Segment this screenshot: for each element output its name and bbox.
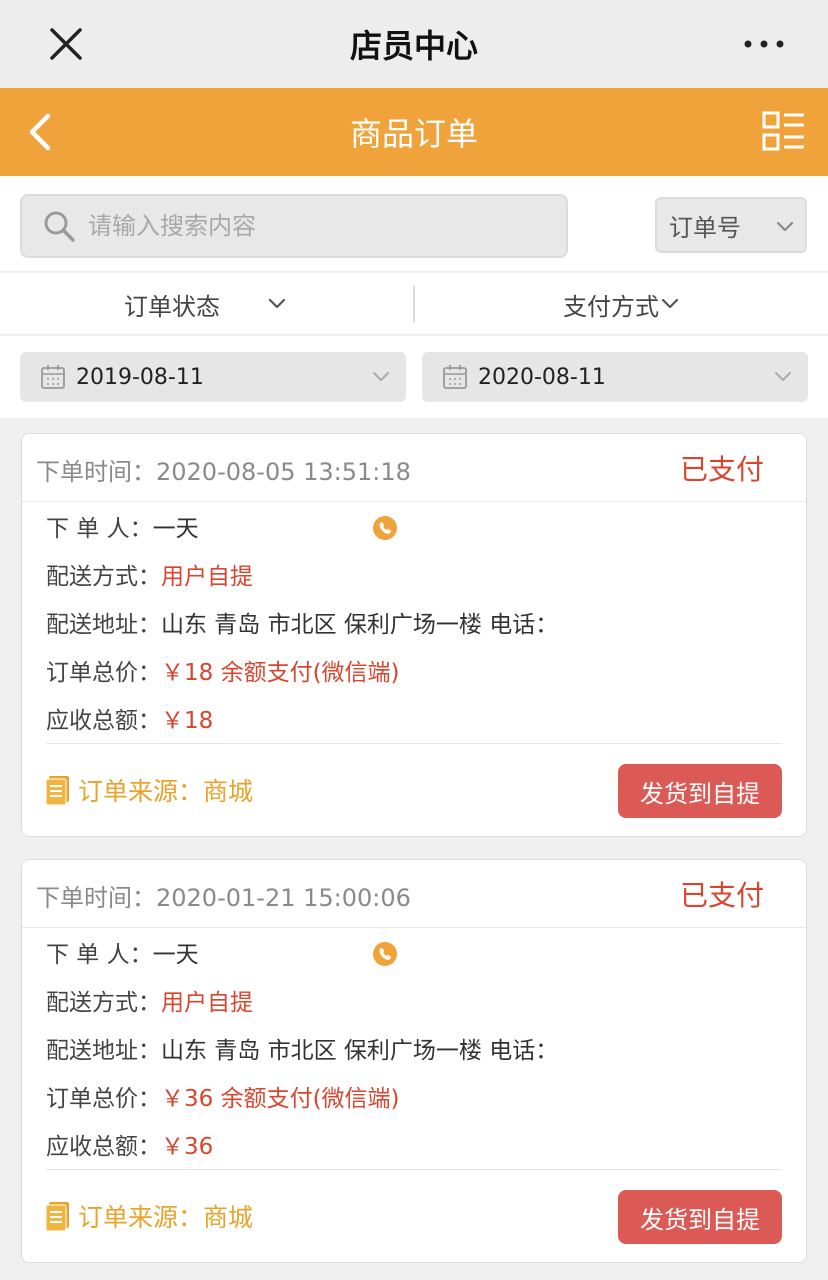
delivery-method-row: 配送方式： 用户自提 [46,980,253,1020]
order-time: 下单时间：2020-01-21 15:00:06 [36,884,411,912]
order-source-value: 商城 [203,777,254,806]
receivable-row: 应收总额： ￥36 [46,1124,213,1164]
order-status-label: 订单状态 [124,292,220,321]
start-date-value: 2019-08-11 [76,364,204,390]
order-total-value: ￥18 余额支付(微信端) [161,660,400,686]
search-input[interactable] [88,212,528,240]
order-card-footer: 订单来源： 商城 发货到自提 [22,744,806,836]
app-title: 店员中心 [349,27,478,65]
end-date-value: 2020-08-11 [478,364,606,390]
calendar-icon [41,365,65,389]
orderer-name: 一天 [152,942,199,968]
more-dots-icon[interactable] [740,30,788,58]
order-status: 已支付 [679,453,764,486]
chevron-down-icon [776,221,794,232]
orderer-name: 一天 [152,516,199,542]
order-card-header: 下单时间：2020-08-05 13:51:18 已支付 [22,434,806,502]
chevron-down-icon [268,298,286,309]
payment-method-label: 支付方式 [563,292,659,321]
phone-icon[interactable] [372,515,398,541]
back-chevron-icon[interactable] [22,110,66,154]
document-icon [46,776,69,805]
receivable-value: ￥36 [161,1134,214,1160]
order-total-row: 订单总价： ￥36 余额支付(微信端) [46,1076,400,1116]
delivery-address-row: 配送地址： 山东 青岛 市北区 保利广场一楼 电话： [46,1028,558,1068]
filter-row: 订单状态 支付方式 [0,273,828,335]
order-card-body: 下 单 人： 一天 配送方式： 用户自提 配送地址： 山东 青岛 市北区 保利广场一楼… [22,928,806,1170]
order-source: 订单来源： 商城 [46,772,253,808]
page-header: 商品订单 [0,88,828,176]
order-total-value: ￥36 余额支付(微信端) [161,1086,400,1112]
order-card-footer: 订单来源： 商城 发货到自提 [22,1170,806,1262]
order-card[interactable]: 下单时间：2020-01-21 15:00:06 已支付 下 单 人： 一天 配送… [21,859,807,1263]
ship-to-pickup-button[interactable]: 发货到自提 [618,764,782,818]
order-time: 下单时间：2020-08-05 13:51:18 [36,458,411,486]
order-source-value: 商城 [203,1203,254,1232]
orderer-row: 下 单 人： 一天 [46,506,199,546]
end-date-picker[interactable]: 2020-08-11 [422,352,808,402]
order-card[interactable]: 下单时间：2020-08-05 13:51:18 已支付 下 单 人： 一天 配送… [21,433,807,837]
delivery-method-row: 配送方式： 用户自提 [46,554,253,594]
order-source: 订单来源： 商城 [46,1198,253,1234]
chevron-down-icon [775,372,791,381]
start-date-picker[interactable]: 2019-08-11 [20,352,406,402]
delivery-method-value: 用户自提 [161,990,253,1016]
order-status-filter[interactable]: 订单状态 [124,273,288,335]
search-icon [44,211,75,242]
search-type-select[interactable]: 订单号 [655,197,807,253]
delivery-address-value: 山东 青岛 市北区 保利广场一楼 电话： [161,612,559,638]
receivable-value: ￥18 [161,708,214,734]
date-range-row: 2019-08-11 2020-08-11 [0,336,828,418]
orderer-row: 下 单 人： 一天 [46,932,199,972]
delivery-address-row: 配送地址： 山东 青岛 市北区 保利广场一楼 电话： [46,602,558,642]
page-title: 商品订单 [349,115,478,153]
payment-method-filter[interactable]: 支付方式 [563,273,681,335]
chevron-down-icon [661,298,679,309]
document-icon [46,1202,69,1231]
ship-to-pickup-button[interactable]: 发货到自提 [618,1190,782,1244]
top-bar: 店员中心 [0,0,828,88]
filter-divider [413,286,415,322]
order-card-header: 下单时间：2020-01-21 15:00:06 已支付 [22,860,806,928]
order-total-row: 订单总价： ￥18 余额支付(微信端) [46,650,400,690]
delivery-address-value: 山东 青岛 市北区 保利广场一楼 电话： [161,1038,559,1064]
list-menu-icon[interactable] [762,110,806,154]
receivable-row: 应收总额： ￥18 [46,698,213,738]
order-status: 已支付 [679,879,764,912]
delivery-method-value: 用户自提 [161,564,253,590]
chevron-down-icon [373,372,389,381]
order-card-body: 下 单 人： 一天 配送方式： 用户自提 配送地址： 山东 青岛 市北区 保利广场一楼… [22,502,806,744]
search-type-value: 订单号 [669,213,741,242]
search-area: 订单号 [0,176,828,272]
close-icon[interactable] [44,22,88,66]
calendar-icon [443,365,467,389]
phone-icon[interactable] [372,941,398,967]
search-box[interactable] [20,194,568,258]
